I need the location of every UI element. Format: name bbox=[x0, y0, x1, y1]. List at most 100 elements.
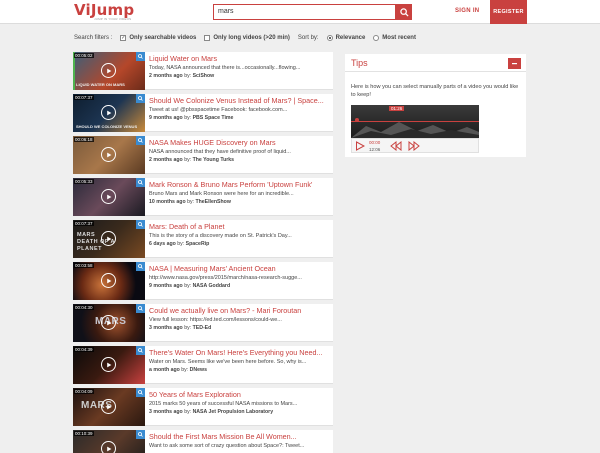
video-description: http://www.nasa.gov/press/2015/march/nas… bbox=[149, 275, 302, 281]
play-icon[interactable] bbox=[355, 141, 365, 151]
result-item[interactable]: MARS 00:04:30 Could we actually live on … bbox=[73, 304, 333, 342]
duration-badge: 00:07:37 bbox=[74, 221, 94, 226]
video-title[interactable]: Mark Ronson & Bruno Mars Perform 'Uptown… bbox=[149, 180, 331, 189]
checkbox-searchable[interactable]: ✓ bbox=[120, 35, 127, 41]
sort-relevance[interactable]: Relevance bbox=[326, 35, 366, 41]
search-in-video-button[interactable] bbox=[136, 304, 145, 313]
result-info: Should We Colonize Venus Instead of Mars… bbox=[149, 96, 331, 122]
video-thumbnail[interactable]: 00:10:39 bbox=[73, 430, 145, 453]
video-title[interactable]: Should We Colonize Venus Instead of Mars… bbox=[149, 96, 331, 105]
video-channel[interactable]: SciShow bbox=[193, 73, 215, 79]
video-thumbnail[interactable]: 00:05:33 bbox=[73, 178, 145, 216]
search-icon bbox=[138, 222, 143, 227]
video-thumbnail[interactable]: 00:04:39 bbox=[73, 346, 145, 384]
video-description: Today, NASA announced that there is...oc… bbox=[149, 65, 301, 71]
sort-recent[interactable]: Most recent bbox=[373, 35, 416, 41]
play-icon[interactable] bbox=[101, 357, 116, 372]
radio-recent[interactable] bbox=[373, 35, 380, 41]
play-icon[interactable] bbox=[101, 231, 116, 246]
video-channel[interactable]: SpaceRip bbox=[186, 241, 210, 247]
record-marker[interactable] bbox=[355, 118, 359, 122]
video-thumbnail[interactable]: MARS 00:04:30 bbox=[73, 304, 145, 342]
radio-relevance[interactable] bbox=[326, 35, 333, 41]
sign-in-link[interactable]: SIGN IN bbox=[455, 8, 479, 14]
search-in-video-button[interactable] bbox=[136, 388, 145, 397]
video-channel[interactable]: The Young Turks bbox=[193, 157, 235, 163]
video-thumbnail[interactable]: LIQUID WATER ON MARS 00:05:02 bbox=[73, 52, 145, 90]
play-icon[interactable] bbox=[101, 189, 116, 204]
collapse-button[interactable] bbox=[508, 58, 521, 69]
video-age: 2 months ago bbox=[149, 73, 183, 79]
result-item[interactable]: MARS DEATH OF A PLANET 00:07:37 Mars: De… bbox=[73, 220, 333, 258]
forward-icon[interactable] bbox=[408, 141, 420, 151]
logo[interactable]: ViJump JUMP IN YOUR VIDEOS bbox=[74, 2, 134, 22]
search-in-video-button[interactable] bbox=[136, 262, 145, 271]
play-icon[interactable] bbox=[101, 399, 116, 414]
video-channel[interactable]: DNews bbox=[190, 367, 207, 373]
sort-relevance-label: Relevance bbox=[335, 35, 366, 41]
by-label: by: bbox=[177, 241, 185, 247]
video-description: Tweet at us! @pbsspacetime Facebook: fac… bbox=[149, 107, 288, 113]
search-icon bbox=[138, 138, 143, 143]
register-button[interactable]: REGISTER bbox=[490, 0, 527, 24]
search-button[interactable] bbox=[396, 4, 412, 20]
video-channel[interactable]: TED-Ed bbox=[193, 325, 212, 331]
tips-panel: Tips Here is how you can select manually… bbox=[345, 54, 526, 157]
checkbox-long[interactable] bbox=[204, 35, 211, 41]
play-icon[interactable] bbox=[101, 273, 116, 288]
search-in-video-button[interactable] bbox=[136, 220, 145, 229]
video-thumbnail[interactable]: SHOULD WE COLONIZE VENUS 00:07:37 bbox=[73, 94, 145, 132]
video-age: 6 days ago bbox=[149, 241, 176, 247]
search-input[interactable]: mars bbox=[213, 4, 396, 20]
play-icon[interactable] bbox=[101, 147, 116, 162]
search-icon bbox=[138, 54, 143, 59]
result-item[interactable]: 00:10:39 Should the First Mars Mission B… bbox=[73, 430, 333, 453]
result-item[interactable]: 00:03:58 NASA | Measuring Mars' Ancient … bbox=[73, 262, 333, 300]
duration-badge: 00:06:18 bbox=[74, 137, 94, 142]
video-channel[interactable]: NASA Jet Propulsion Laboratory bbox=[193, 409, 274, 415]
result-item[interactable]: 00:05:33 Mark Ronson & Bruno Mars Perfor… bbox=[73, 178, 333, 216]
play-icon[interactable] bbox=[101, 441, 116, 453]
play-icon[interactable] bbox=[101, 315, 116, 330]
search-in-video-button[interactable] bbox=[136, 52, 145, 61]
result-item[interactable]: 00:06:18 NASA Makes HUGE Discovery on Ma… bbox=[73, 136, 333, 174]
video-thumbnail[interactable]: 00:06:18 bbox=[73, 136, 145, 174]
video-title[interactable]: Should the First Mars Mission Be All Wom… bbox=[149, 432, 331, 441]
search-in-video-button[interactable] bbox=[136, 430, 145, 439]
rewind-icon[interactable] bbox=[390, 141, 402, 151]
video-age: 3 months ago bbox=[149, 409, 183, 415]
tips-title: Tips bbox=[351, 58, 368, 68]
search-icon bbox=[138, 306, 143, 311]
play-icon[interactable] bbox=[101, 63, 116, 78]
video-channel[interactable]: PBS Space Time bbox=[193, 115, 234, 121]
result-item[interactable]: 00:04:39 There's Water On Mars! Here's E… bbox=[73, 346, 333, 384]
video-thumbnail[interactable]: 00:03:58 bbox=[73, 262, 145, 300]
video-meta: 2 months ago by: The Young Turks bbox=[149, 157, 331, 164]
search-in-video-button[interactable] bbox=[136, 94, 145, 103]
search-icon bbox=[138, 348, 143, 353]
by-label: by: bbox=[184, 115, 192, 121]
video-title[interactable]: 50 Years of Mars Exploration bbox=[149, 390, 331, 399]
video-thumbnail[interactable]: MARS 00:04:09 bbox=[73, 388, 145, 426]
search-in-video-button[interactable] bbox=[136, 136, 145, 145]
video-title[interactable]: NASA Makes HUGE Discovery on Mars bbox=[149, 138, 331, 147]
result-item[interactable]: SHOULD WE COLONIZE VENUS 00:07:37 Should… bbox=[73, 94, 333, 132]
video-title[interactable]: NASA | Measuring Mars' Ancient Ocean bbox=[149, 264, 331, 273]
video-channel[interactable]: TheEllenShow bbox=[195, 199, 230, 205]
video-title[interactable]: Mars: Death of a Planet bbox=[149, 222, 331, 231]
video-thumbnail[interactable]: MARS DEATH OF A PLANET 00:07:37 bbox=[73, 220, 145, 258]
video-title[interactable]: Could we actually live on Mars? - Mari F… bbox=[149, 306, 331, 315]
search-in-video-button[interactable] bbox=[136, 178, 145, 187]
video-title[interactable]: There's Water On Mars! Here's Everything… bbox=[149, 348, 331, 357]
result-item[interactable]: LIQUID WATER ON MARS 00:05:02 Liquid Wat… bbox=[73, 52, 333, 90]
video-title[interactable]: Liquid Water on Mars bbox=[149, 54, 331, 63]
video-description: Bruno Mars and Mark Ronson were here for… bbox=[149, 191, 294, 197]
search-in-video-button[interactable] bbox=[136, 346, 145, 355]
filter-long[interactable]: Only long videos (>20 min) bbox=[204, 35, 290, 41]
play-icon[interactable] bbox=[101, 105, 116, 120]
demo-player: 01:26 00:00 12:06 bbox=[351, 105, 479, 153]
result-item[interactable]: MARS 00:04:09 50 Years of Mars Explorati… bbox=[73, 388, 333, 426]
filter-searchable[interactable]: ✓ Only searchable videos bbox=[120, 35, 196, 41]
video-channel[interactable]: NASA Goddard bbox=[193, 283, 231, 289]
video-age: 10 months ago bbox=[149, 199, 186, 205]
